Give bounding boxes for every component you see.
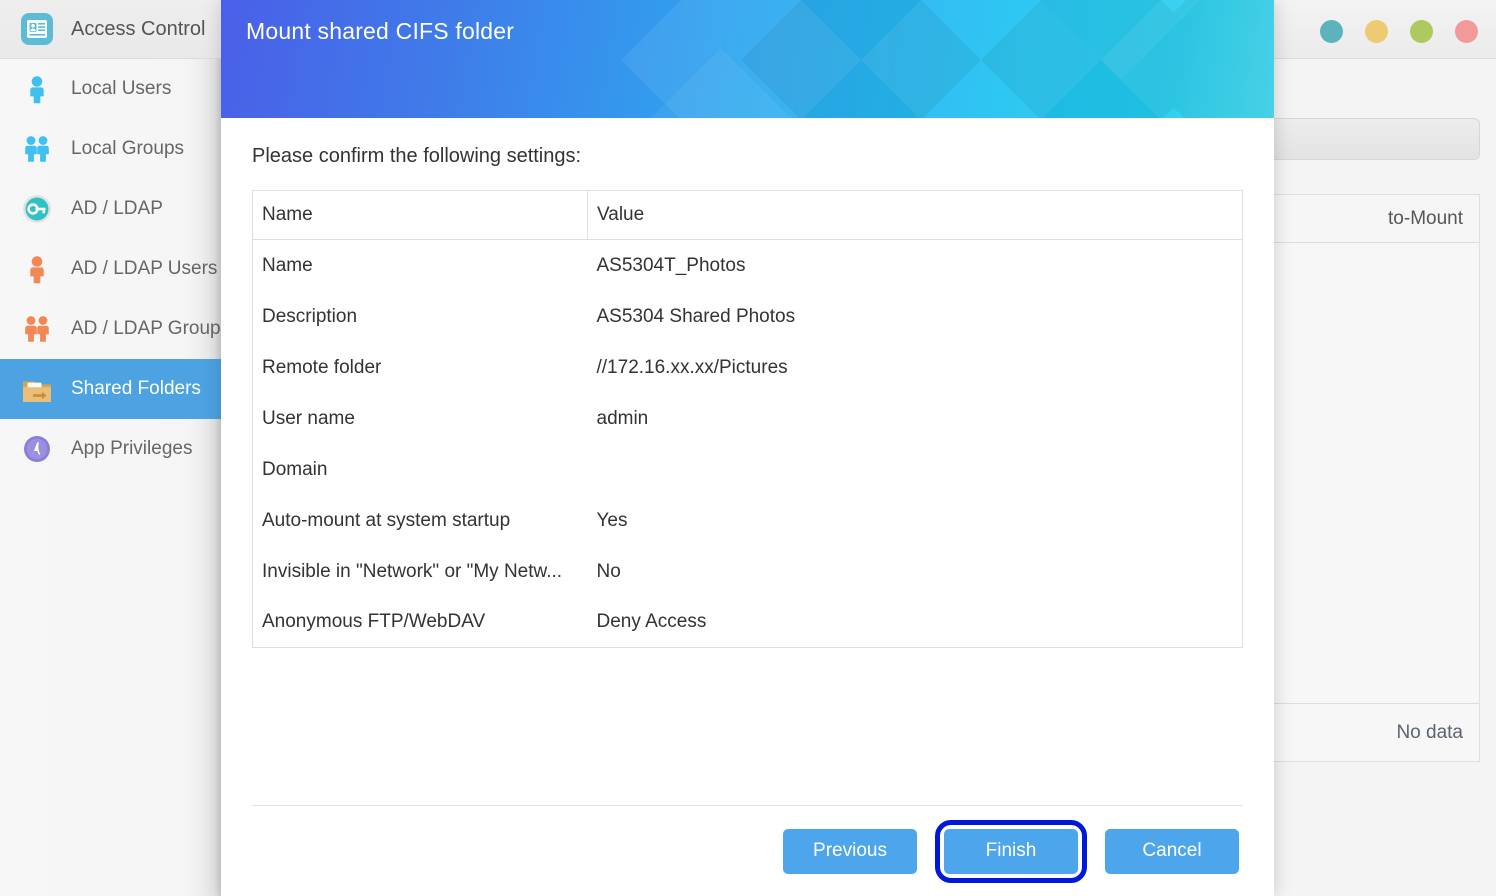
finish-button[interactable]: Finish	[944, 828, 1078, 874]
sidebar-item-app-privileges[interactable]: App Privileges	[0, 419, 221, 479]
settings-table-head: Name Value	[252, 190, 1243, 240]
row-value: No	[596, 560, 621, 582]
confirm-instruction: Please confirm the following settings:	[252, 145, 582, 167]
settings-summary-table: Name Value Name AS5304T_Photos Descripti…	[252, 190, 1243, 648]
row-value: AS5304 Shared Photos	[596, 305, 796, 327]
sidebar-item-label: AD / LDAP Users	[71, 258, 218, 279]
sidebar: Access Control Local Users Local Groups …	[0, 0, 230, 896]
dot-pink[interactable]	[1455, 20, 1478, 43]
sidebar-header: Access Control	[0, 0, 221, 59]
row-label: Anonymous FTP/WebDAV	[262, 611, 486, 633]
previous-button[interactable]: Previous	[783, 828, 917, 874]
sidebar-item-ad-ldap[interactable]: AD / LDAP	[0, 179, 221, 239]
finish-button-highlight: Finish	[935, 819, 1087, 883]
row-value: admin	[596, 407, 649, 429]
table-row: Anonymous FTP/WebDAV Deny Access	[253, 597, 1243, 648]
row-value: Yes	[596, 509, 628, 531]
id-card-icon	[18, 10, 56, 48]
dot-green[interactable]	[1410, 20, 1433, 43]
dialog-button-row: Previous Finish Cancel	[252, 806, 1243, 896]
settings-table-body: Name AS5304T_Photos Description AS5304 S…	[253, 240, 1243, 648]
screen: to-Mount No data Access Control Local Us…	[0, 0, 1496, 896]
sidebar-item-ad-ldap-groups[interactable]: AD / LDAP Groups	[0, 299, 230, 359]
dialog-header: Mount shared CIFS folder	[221, 0, 1274, 118]
key-icon	[18, 190, 56, 228]
users-orange-icon	[18, 310, 56, 348]
users-blue-icon	[18, 130, 56, 168]
sidebar-item-label: App Privileges	[71, 438, 193, 459]
sidebar-item-local-users[interactable]: Local Users	[0, 59, 221, 119]
sidebar-item-label: Local Groups	[71, 138, 185, 159]
dot-yellow[interactable]	[1365, 20, 1388, 43]
cancel-button[interactable]: Cancel	[1105, 828, 1239, 874]
sidebar-item-ad-ldap-users[interactable]: AD / LDAP Users	[0, 239, 221, 299]
table-row: Description AS5304 Shared Photos	[253, 291, 1243, 342]
dialog-title: Mount shared CIFS folder	[246, 18, 515, 44]
dialog-body: Please confirm the following settings: N…	[221, 118, 1274, 805]
table-row: Auto-mount at system startup Yes	[253, 495, 1243, 546]
sidebar-item-shared-folders[interactable]: Shared Folders	[0, 359, 221, 419]
sidebar-item-label: AD / LDAP Groups	[71, 318, 231, 339]
row-label: Domain	[262, 458, 328, 480]
app-a-icon	[18, 430, 56, 468]
mount-cifs-dialog: Mount shared CIFS folder Please confirm …	[221, 0, 1274, 896]
row-label: User name	[262, 407, 355, 429]
dot-teal[interactable]	[1320, 20, 1343, 43]
row-label: Remote folder	[262, 356, 382, 378]
sidebar-item-label: Local Users	[71, 78, 172, 99]
table-header-row: Name Value	[252, 190, 1243, 240]
user-orange-icon	[18, 250, 56, 288]
table-row: Invisible in "Network" or "My Netw... No	[253, 546, 1243, 597]
row-value: Deny Access	[596, 611, 707, 633]
table-row: Name AS5304T_Photos	[253, 240, 1243, 291]
no-data-label: No data	[1396, 721, 1463, 743]
dialog-footer: Previous Finish Cancel	[221, 805, 1274, 896]
row-value: AS5304T_Photos	[596, 254, 746, 276]
sidebar-header-label: Access Control	[71, 17, 206, 40]
row-label: Invisible in "Network" or "My Netw...	[262, 560, 563, 582]
row-value: //172.16.xx.xx/Pictures	[596, 356, 788, 378]
window-status-dots	[1320, 20, 1478, 43]
user-blue-icon	[18, 70, 56, 108]
column-header-value: Value	[587, 190, 1243, 240]
sidebar-item-local-groups[interactable]: Local Groups	[0, 119, 221, 179]
row-label: Auto-mount at system startup	[262, 509, 511, 531]
table-row: Domain	[253, 444, 1243, 495]
table-row: Remote folder //172.16.xx.xx/Pictures	[253, 342, 1243, 393]
column-header-name: Name	[252, 190, 588, 240]
column-header-auto-mount[interactable]: to-Mount	[1388, 208, 1463, 230]
folder-mount-icon	[18, 370, 56, 408]
sidebar-item-label: AD / LDAP	[71, 198, 163, 219]
table-row: User name admin	[253, 393, 1243, 444]
row-label: Description	[262, 305, 358, 327]
sidebar-item-label: Shared Folders	[71, 378, 201, 399]
row-label: Name	[262, 254, 313, 276]
row-value	[588, 444, 1243, 495]
